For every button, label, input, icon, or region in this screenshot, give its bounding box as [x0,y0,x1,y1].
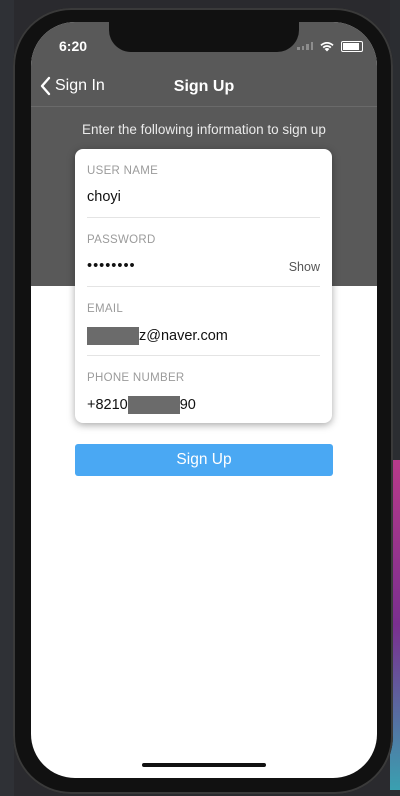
status-icons [297,40,363,52]
show-password-button[interactable]: Show [289,260,320,274]
signup-form-card: USER NAME choyi PASSWORD •••••••• Show E… [75,149,332,423]
navigation-bar: Sign In Sign Up [31,68,377,106]
username-value[interactable]: choyi [87,189,121,205]
email-value-row[interactable]: z@naver.com [87,327,228,345]
device-notch [109,22,299,52]
signup-button[interactable]: Sign Up [75,444,333,476]
username-label: USER NAME [87,165,159,177]
status-time: 6:20 [59,38,88,54]
background-ide-left [0,0,14,796]
page-title: Sign Up [173,78,235,95]
phone-value-row[interactable]: +8210 90 [87,396,196,414]
wifi-icon [320,42,334,52]
phone-field[interactable]: PHONE NUMBER +8210 90 [87,356,320,425]
battery-icon [341,40,363,52]
phone-value-suffix: 90 [179,396,196,413]
email-value: z@naver.com [139,327,228,344]
redacted-text [87,327,139,345]
cellular-signal-icon [297,42,313,50]
username-field[interactable]: USER NAME choyi [87,149,320,218]
phone-screen: 6:20 Sign In Sign Up Enter the following… [31,22,377,778]
password-field[interactable]: PASSWORD •••••••• Show [87,218,320,287]
home-indicator [142,763,266,767]
email-field[interactable]: EMAIL z@naver.com [87,287,320,356]
phone-value-prefix: +8210 [87,396,128,413]
email-label: EMAIL [87,303,124,315]
password-label: PASSWORD [87,234,156,246]
form-subtitle: Enter the following information to sign … [82,122,326,137]
phone-label: PHONE NUMBER [87,372,185,384]
redacted-text [127,396,180,414]
password-value[interactable]: •••••••• [87,258,136,274]
nav-divider [31,106,377,107]
